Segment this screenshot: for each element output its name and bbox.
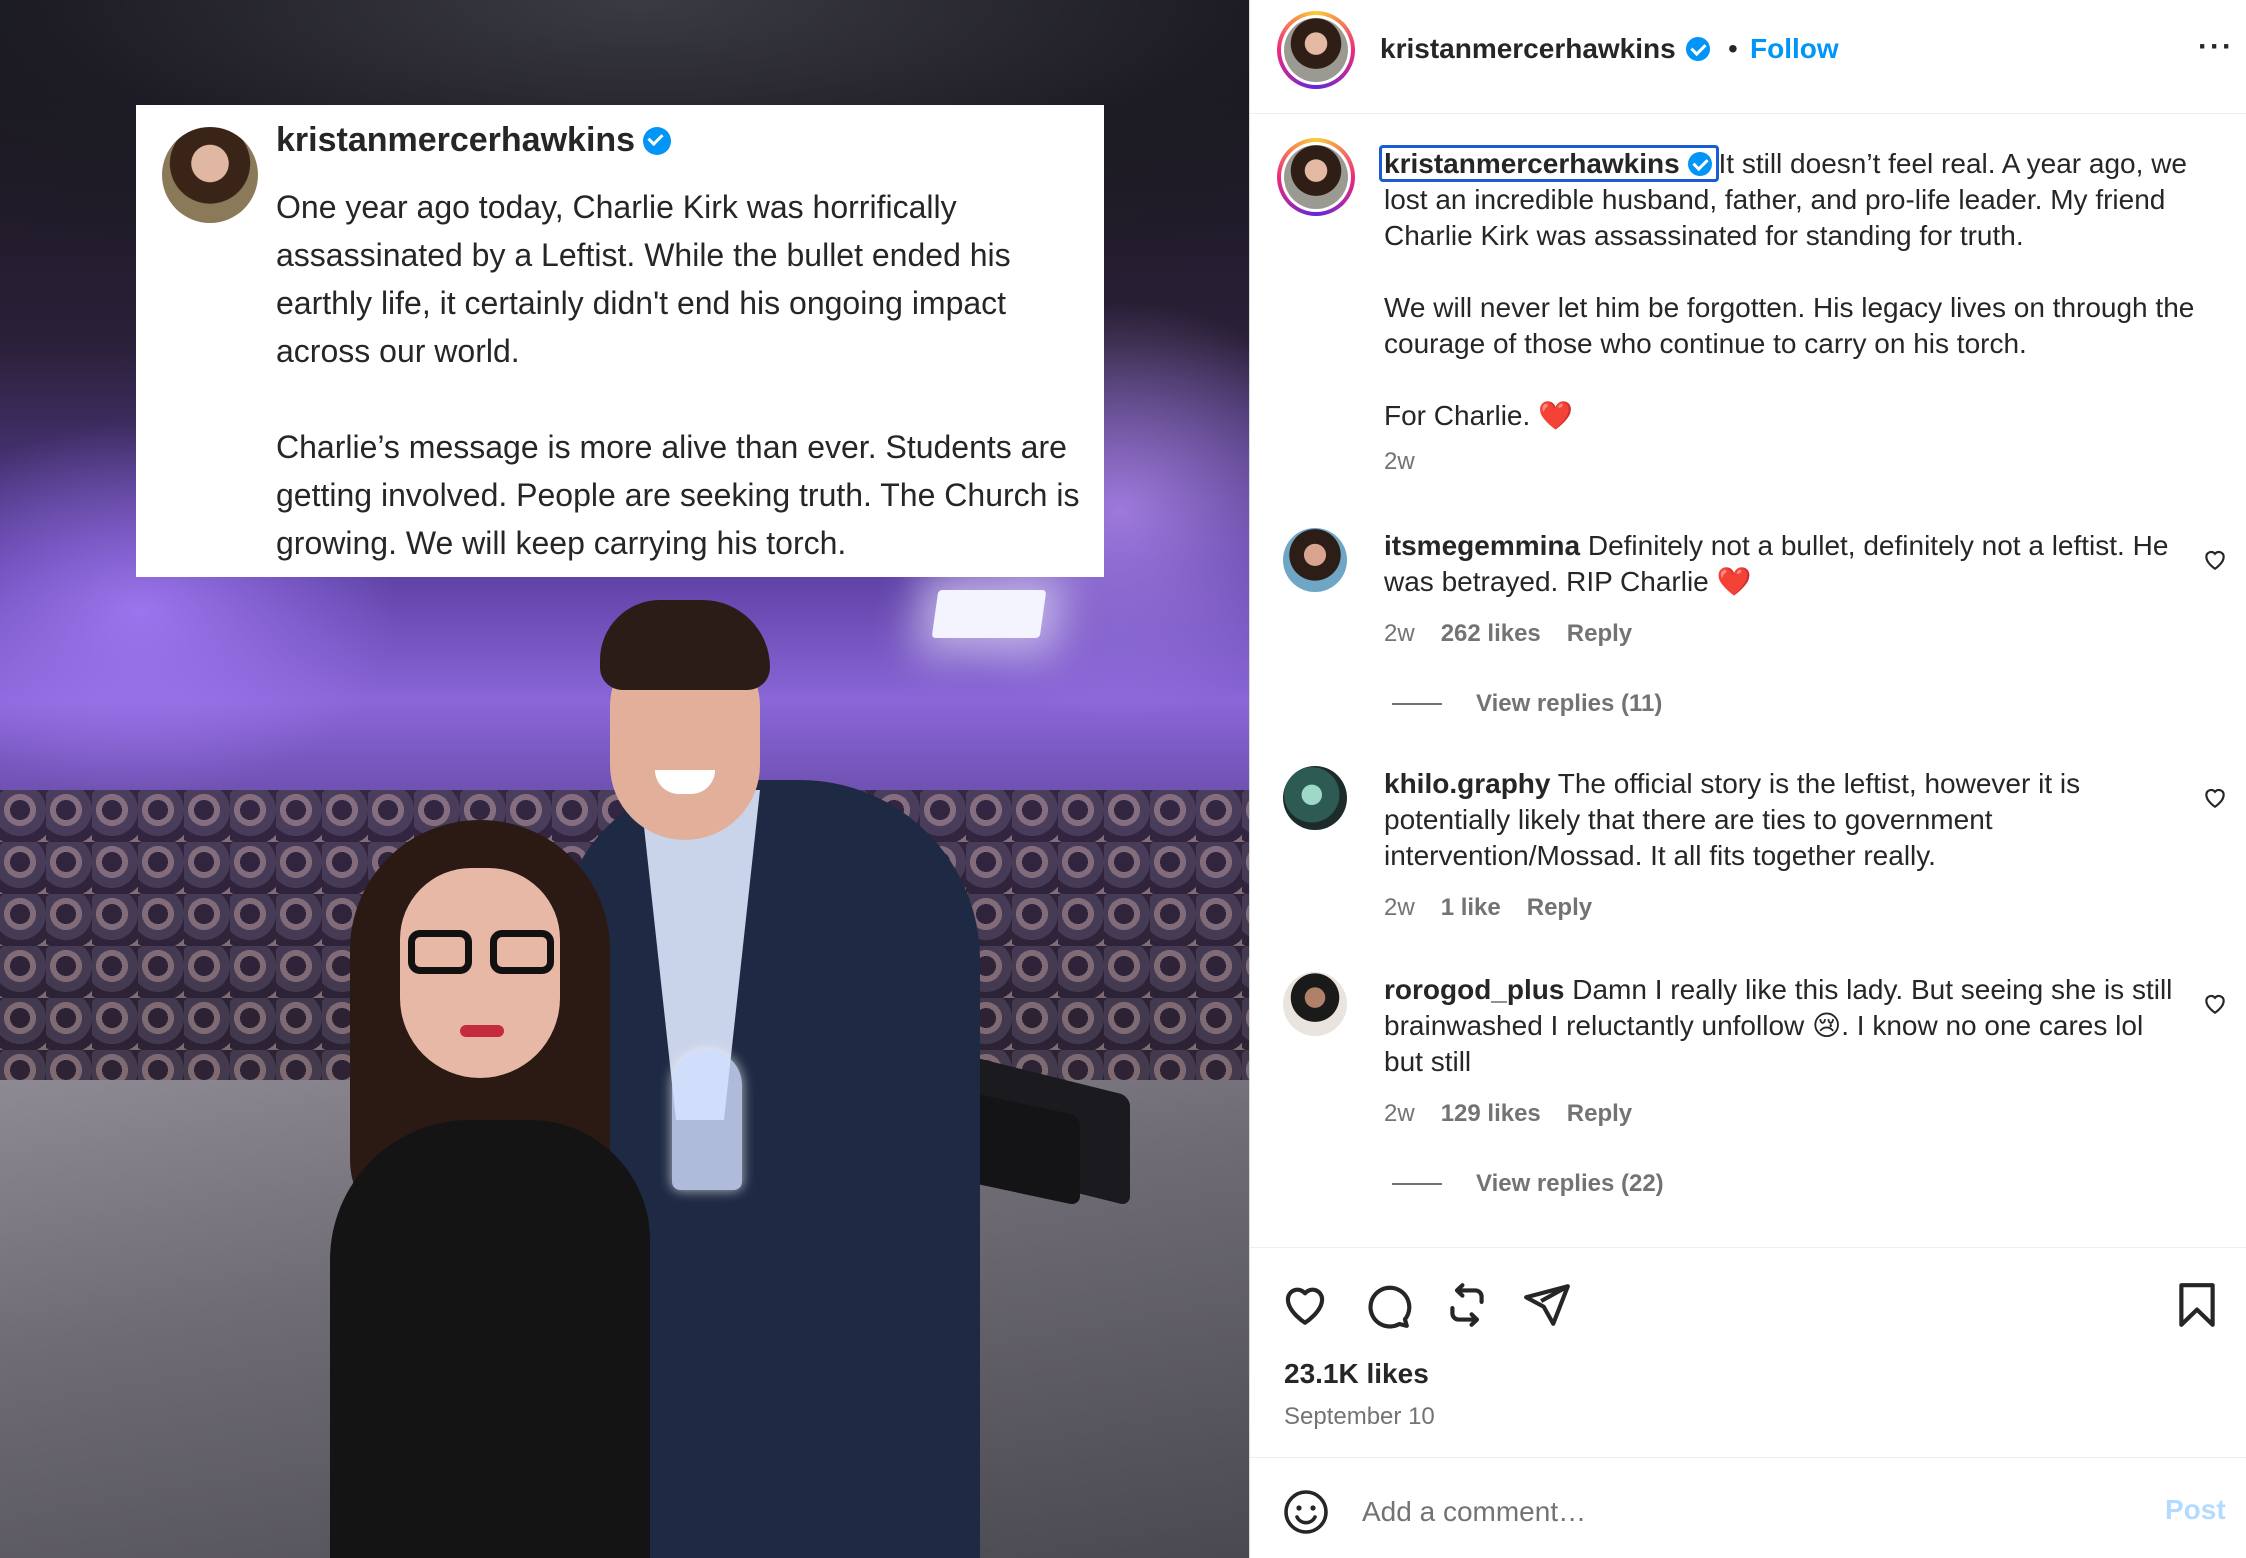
caption-line: For Charlie. <box>1384 400 1531 431</box>
repost-icon[interactable] <box>1442 1280 1492 1330</box>
heart-icon[interactable] <box>2202 990 2228 1016</box>
reply-button[interactable]: Reply <box>1567 1100 1632 1128</box>
woman-coat <box>330 1120 650 1558</box>
verified-badge-icon <box>643 126 672 155</box>
comment-time[interactable]: 2w <box>1384 620 1415 648</box>
avatar[interactable] <box>1283 528 1347 592</box>
action-bar: 23.1K likes September 10 <box>1250 1247 2246 1430</box>
comment-meta: 2w 262 likes Reply <box>1384 620 1632 648</box>
view-replies-label[interactable]: View replies (22) <box>1476 1170 1664 1198</box>
heart-icon[interactable] <box>1280 1280 1330 1330</box>
view-replies-button[interactable]: View replies (11) <box>1392 690 1662 718</box>
comment-username[interactable]: rorogod_plus <box>1384 974 1564 1005</box>
header-username-text[interactable]: kristanmercerhawkins <box>1380 33 1676 65</box>
view-replies-button[interactable]: View replies (22) <box>1392 1170 1664 1198</box>
follow-button[interactable]: Follow <box>1750 33 1839 65</box>
profile-photo <box>1284 18 1348 82</box>
heart-icon[interactable] <box>2202 784 2228 810</box>
comment-likes[interactable]: 129 likes <box>1441 1100 1541 1128</box>
comment-username[interactable]: itsmegemmina <box>1384 530 1580 561</box>
caption-line: We will never let him be forgotten. His … <box>1384 292 2195 359</box>
header-username[interactable]: kristanmercerhawkins <box>1380 33 1710 65</box>
crying-face-emoji: 😢 <box>1812 1010 1842 1041</box>
view-replies-label[interactable]: View replies (11) <box>1476 690 1662 718</box>
reply-button[interactable]: Reply <box>1527 894 1592 922</box>
avatar <box>162 127 258 223</box>
verified-badge-icon <box>1687 152 1712 176</box>
comment-text: rorogod_plus Damn I really like this lad… <box>1384 972 2174 1080</box>
send-icon[interactable] <box>1522 1280 1572 1330</box>
heart-emoji: ❤️ <box>1716 566 1752 597</box>
comment-time[interactable]: 2w <box>1384 1100 1415 1128</box>
woman-glasses <box>408 930 558 974</box>
avatar[interactable] <box>1283 972 1347 1036</box>
card-paragraph: Charlie’s message is more alive than eve… <box>276 429 1080 561</box>
woman-lips <box>460 1025 504 1037</box>
divider-line <box>1392 703 1442 705</box>
bookmark-icon[interactable] <box>2172 1280 2222 1330</box>
comment-meta: 2w 129 likes Reply <box>1384 1100 1632 1128</box>
caption-username[interactable]: kristanmercerhawkins <box>1379 145 1719 182</box>
post-media[interactable]: kristanmercerhawkins One year ago today,… <box>0 0 1249 1558</box>
man-hair <box>600 600 770 690</box>
comment-likes[interactable]: 1 like <box>1441 894 1501 922</box>
card-text: One year ago today, Charlie Kirk was hor… <box>276 183 1086 567</box>
comment-input[interactable] <box>1362 1482 2062 1542</box>
comment-likes[interactable]: 262 likes <box>1441 620 1541 648</box>
more-icon[interactable]: ··· <box>2198 30 2234 64</box>
caption-timestamp[interactable]: 2w <box>1384 448 1415 476</box>
caption-text: kristanmercerhawkins It still doesn’t fe… <box>1379 145 2196 434</box>
reply-button[interactable]: Reply <box>1567 620 1632 648</box>
add-comment-bar: Post <box>1250 1457 2246 1558</box>
comment-time[interactable]: 2w <box>1384 894 1415 922</box>
caption-username-text[interactable]: kristanmercerhawkins <box>1384 148 1680 179</box>
comment-text: khilo.graphy The official story is the l… <box>1384 766 2174 874</box>
post-date[interactable]: September 10 <box>1284 1403 1435 1431</box>
heart-emoji: ❤️ <box>1538 400 1573 431</box>
like-count[interactable]: 23.1K likes <box>1284 1358 1429 1390</box>
card-paragraph: One year ago today, Charlie Kirk was hor… <box>276 189 1011 369</box>
quote-card: kristanmercerhawkins One year ago today,… <box>136 105 1104 577</box>
profile-photo <box>1284 145 1348 209</box>
comment-icon[interactable] <box>1362 1280 1412 1330</box>
post-button[interactable]: Post <box>2165 1494 2226 1526</box>
avatar[interactable] <box>1277 11 1355 89</box>
comment-text: itsmegemmina Definitely not a bullet, de… <box>1384 528 2174 600</box>
post-sidebar: kristanmercerhawkins • Follow ··· krista… <box>1249 0 2246 1558</box>
heart-icon[interactable] <box>2202 546 2228 572</box>
avatar[interactable] <box>1277 138 1355 216</box>
card-username-text: kristanmercerhawkins <box>276 121 636 159</box>
verified-badge-icon <box>1685 37 1710 61</box>
woman-figure <box>330 820 690 1558</box>
divider-line <box>1392 1183 1442 1185</box>
post-header: kristanmercerhawkins • Follow ··· <box>1250 0 2246 114</box>
separator-dot: • <box>1728 33 1738 64</box>
comment-username[interactable]: khilo.graphy <box>1384 768 1550 799</box>
emoji-icon[interactable] <box>1282 1488 1330 1536</box>
card-username: kristanmercerhawkins <box>276 121 672 160</box>
avatar[interactable] <box>1283 766 1347 830</box>
comment-meta: 2w 1 like Reply <box>1384 894 1592 922</box>
